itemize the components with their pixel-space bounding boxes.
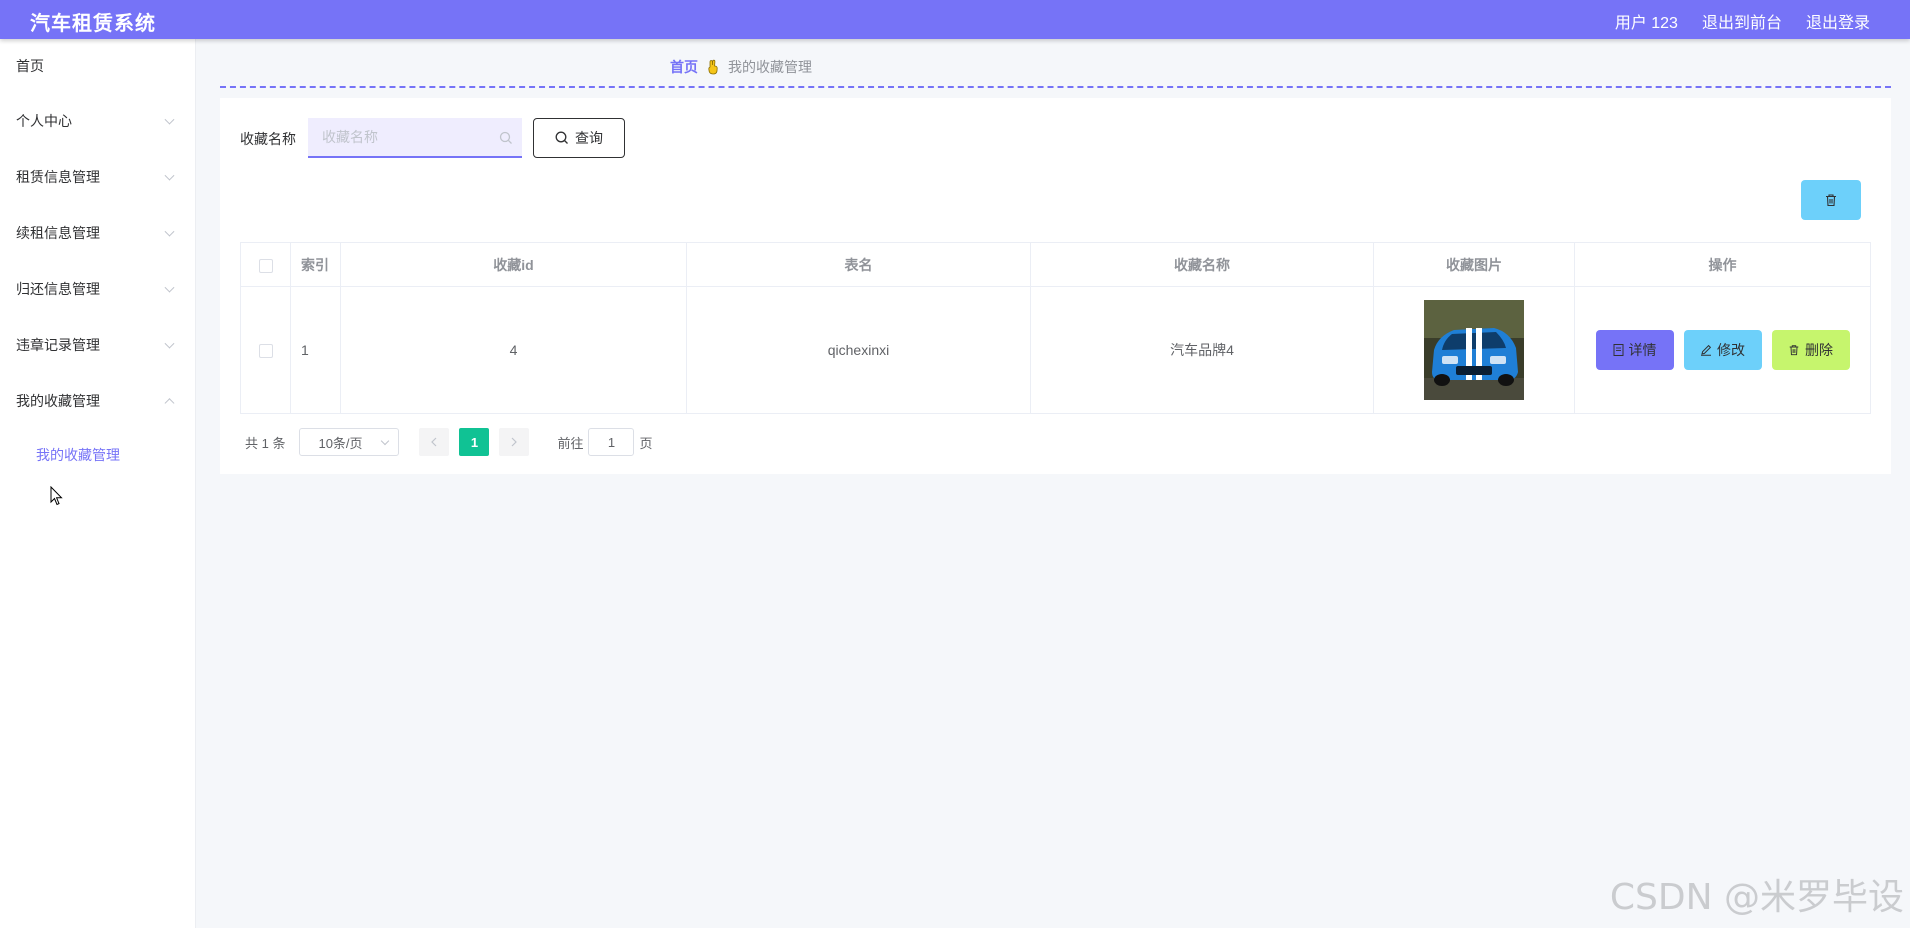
row-actions: 详情 修改 删除 xyxy=(1575,330,1870,370)
sidebar-subitem-my-favorites[interactable]: 我的收藏管理 xyxy=(0,429,195,481)
header-actions: 操作 xyxy=(1574,242,1871,287)
favorites-table: 索引 收藏id 表名 收藏名称 收藏图片 操作 1 4 qichexinxi 汽… xyxy=(240,242,1871,414)
row-index: 1 xyxy=(290,286,341,414)
chevron-down-icon xyxy=(164,226,175,237)
chevron-down-icon xyxy=(164,170,175,181)
header-table-name: 表名 xyxy=(686,242,1031,287)
page-suffix: 页 xyxy=(639,435,653,451)
search-input[interactable] xyxy=(308,118,522,158)
sidebar-item-violation-records[interactable]: 违章记录管理 xyxy=(0,317,195,373)
pagination: 共 1 条 10条/页 1 前往 页 xyxy=(240,428,653,456)
search-icon xyxy=(555,131,568,144)
search-icon xyxy=(499,131,512,144)
header-fav-image: 收藏图片 xyxy=(1373,242,1575,287)
sidebar-item-label: 个人中心 xyxy=(16,113,72,129)
table-header-row: 索引 收藏id 表名 收藏名称 收藏图片 操作 xyxy=(240,242,1871,287)
query-button-label: 查询 xyxy=(575,130,603,146)
hand-icon xyxy=(708,59,718,75)
batch-delete-button[interactable] xyxy=(1801,180,1861,220)
row-fav-name: 汽车品牌4 xyxy=(1030,286,1374,414)
sidebar-item-label: 首页 xyxy=(16,58,44,74)
chevron-down-icon xyxy=(164,114,175,125)
edit-button[interactable]: 修改 xyxy=(1683,330,1762,370)
detail-button-label: 详情 xyxy=(1628,342,1657,358)
next-page-button[interactable] xyxy=(499,428,530,456)
breadcrumb: 首页 我的收藏管理 xyxy=(670,57,812,77)
header-select-all xyxy=(240,242,291,287)
header-fav-id: 收藏id xyxy=(340,242,687,287)
top-bar-actions: 用户 123 退出到前台 退出登录 xyxy=(1615,9,1870,33)
sidebar-item-renewal-info[interactable]: 续租信息管理 xyxy=(0,205,195,261)
breadcrumb-home[interactable]: 首页 xyxy=(670,57,698,77)
mouse-cursor-icon xyxy=(50,486,63,506)
document-icon xyxy=(1613,344,1623,356)
goto-page-input[interactable] xyxy=(588,428,635,456)
row-select-cell xyxy=(240,286,291,414)
pencil-icon xyxy=(1701,344,1712,356)
row-table-name: qichexinxi xyxy=(686,286,1031,414)
chevron-up-icon xyxy=(164,398,175,409)
top-bar: 汽车租赁系统 用户 123 退出到前台 退出登录 xyxy=(0,0,1910,39)
breadcrumb-current: 我的收藏管理 xyxy=(728,59,812,75)
sidebar-item-home[interactable]: 首页 xyxy=(0,39,195,93)
delete-button[interactable]: 删除 xyxy=(1771,330,1850,370)
table-row: 1 4 qichexinxi 汽车品牌4 详情 修改 删除 xyxy=(240,286,1871,414)
page-number-current[interactable]: 1 xyxy=(459,428,490,456)
search-label: 收藏名称 xyxy=(240,131,296,147)
query-button[interactable]: 查询 xyxy=(533,118,625,158)
select-all-checkbox[interactable] xyxy=(258,258,273,273)
watermark: CSDN @米罗毕设 xyxy=(1609,877,1904,918)
sidebar-item-personal-center[interactable]: 个人中心 xyxy=(0,93,195,149)
row-fav-image-cell xyxy=(1373,286,1575,414)
sidebar-item-label: 归还信息管理 xyxy=(16,281,100,297)
sidebar-item-label: 我的收藏管理 xyxy=(16,393,100,409)
detail-button[interactable]: 详情 xyxy=(1595,330,1674,370)
logout-link[interactable]: 退出登录 xyxy=(1806,9,1870,33)
chevron-right-icon xyxy=(512,437,518,447)
chevron-down-icon xyxy=(164,282,175,293)
delete-button-label: 删除 xyxy=(1805,342,1833,358)
app-title: 汽车租赁系统 xyxy=(30,13,156,35)
pagination-total: 共 1 条 xyxy=(245,435,286,451)
to-front-link[interactable]: 退出到前台 xyxy=(1702,9,1782,33)
page-size-select[interactable]: 10条/页 xyxy=(299,428,400,456)
header-index: 索引 xyxy=(290,242,341,287)
user-label: 用户 123 xyxy=(1614,15,1678,32)
sidebar-item-label: 违章记录管理 xyxy=(16,337,100,353)
chevron-down-icon xyxy=(164,338,175,349)
sidebar-item-rental-info[interactable]: 租赁信息管理 xyxy=(0,149,195,205)
content-panel: 收藏名称 查询 索引 收藏id 表名 收藏名称 收藏图片 操作 xyxy=(220,98,1891,474)
row-checkbox[interactable] xyxy=(258,344,273,359)
sidebar-item-label: 租赁信息管理 xyxy=(16,169,100,185)
breadcrumb-divider xyxy=(220,86,1891,88)
chevron-down-icon xyxy=(381,436,390,446)
header-fav-name: 收藏名称 xyxy=(1030,242,1374,287)
page-size-value: 10条/页 xyxy=(318,435,363,451)
car-photo-thumbnail[interactable] xyxy=(1424,300,1524,400)
row-fav-id: 4 xyxy=(340,286,687,414)
sidebar-item-my-favorites[interactable]: 我的收藏管理 xyxy=(0,373,195,429)
edit-button-label: 修改 xyxy=(1717,342,1745,358)
sidebar-item-label: 续租信息管理 xyxy=(16,225,100,241)
chevron-left-icon xyxy=(431,437,437,447)
row-actions-cell: 详情 修改 删除 xyxy=(1574,286,1871,414)
goto-label: 前往 xyxy=(557,435,584,451)
sidebar-item-return-info[interactable]: 归还信息管理 xyxy=(0,261,195,317)
trash-icon xyxy=(1789,345,1799,356)
sidebar: 首页 个人中心 租赁信息管理 续租信息管理 归还信息管理 违章记录管理 我的收藏… xyxy=(0,39,196,928)
trash-icon xyxy=(1826,194,1836,207)
prev-page-button[interactable] xyxy=(419,428,450,456)
